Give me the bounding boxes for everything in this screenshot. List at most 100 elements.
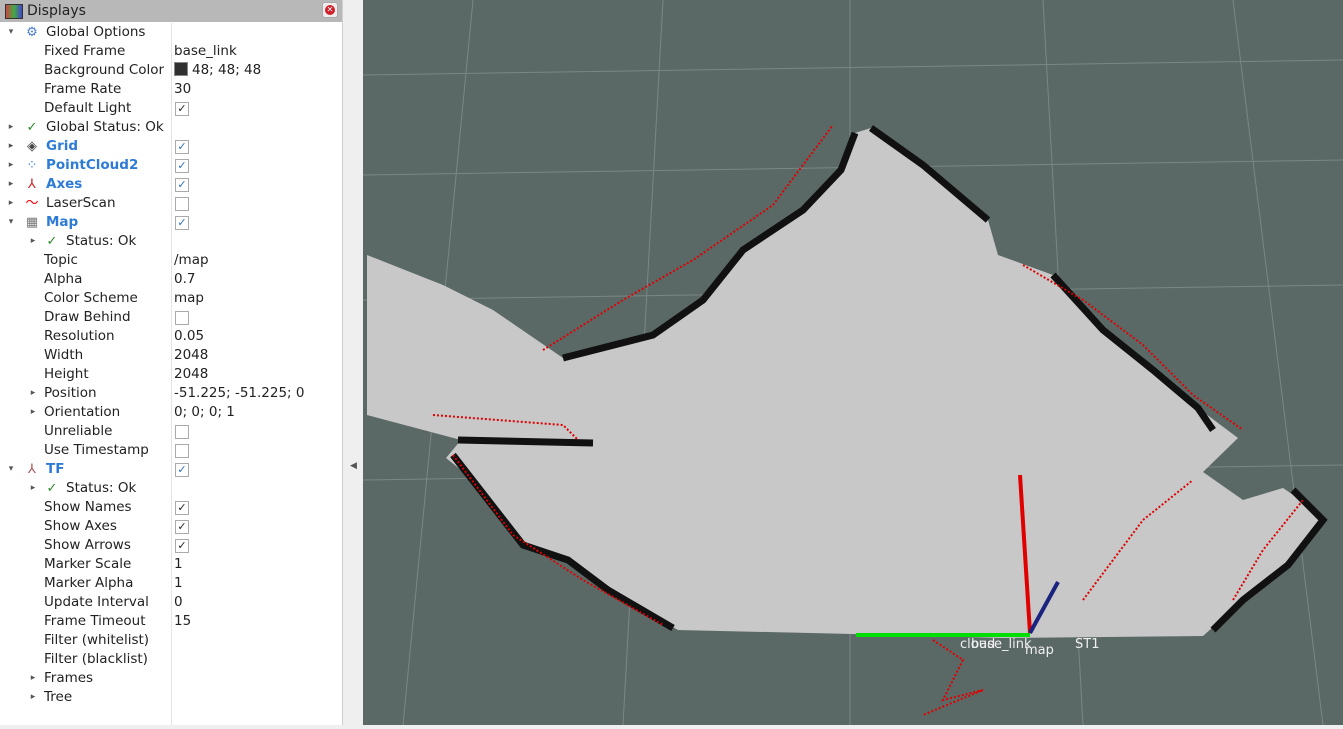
tree-row[interactable]: ▸ Position -51.225; -51.225; 0 — [1, 384, 341, 403]
row-value[interactable]: 0 — [174, 593, 183, 612]
row-value[interactable]: 1 — [174, 574, 183, 593]
enable-checkbox[interactable]: ✓ — [175, 178, 189, 192]
expand-arrow-icon[interactable]: ▸ — [28, 669, 38, 688]
row-value[interactable]: 0.05 — [174, 327, 204, 346]
displays-panel: Displays ✕ ▾ ⚙ Global Options Fixed Frame ba… — [0, 0, 343, 725]
tree-row[interactable]: ▸ ✓ Status: Ok — [1, 479, 341, 498]
row-label: LaserScan — [46, 195, 116, 211]
row-value[interactable]: 1 — [174, 555, 183, 574]
enable-checkbox[interactable]: ✓ — [175, 216, 189, 230]
panel-splitter[interactable]: ◀ — [343, 0, 363, 725]
tree-row[interactable]: Fixed Frame base_link — [1, 42, 341, 61]
tree-row[interactable]: ▾ ⚙ Global Options — [1, 23, 341, 42]
row-label: Use Timestamp — [44, 442, 149, 458]
panel-titlebar: Displays ✕ — [0, 0, 342, 22]
tree-row[interactable]: ▸ Orientation 0; 0; 0; 1 — [1, 403, 341, 422]
row-label: Frames — [44, 670, 94, 686]
enable-checkbox[interactable]: ✓ — [175, 463, 189, 477]
enable-checkbox[interactable] — [175, 425, 189, 439]
enable-checkbox[interactable] — [175, 197, 189, 211]
frame-label: ST1 — [1075, 637, 1099, 652]
enable-checkbox[interactable]: ✓ — [175, 539, 189, 553]
row-value[interactable]: 2048 — [174, 346, 208, 365]
tree-row[interactable]: ▸ Frames — [1, 669, 341, 688]
tree-row[interactable]: Alpha 0.7 — [1, 270, 341, 289]
row-label: Default Light — [44, 100, 132, 116]
tree-row[interactable]: Show Axes ✓ — [1, 517, 341, 536]
row-value[interactable]: 15 — [174, 612, 191, 631]
expand-arrow-icon[interactable]: ▸ — [28, 232, 38, 251]
collapse-arrow-icon[interactable]: ◀ — [350, 461, 357, 471]
value-text: 48; 48; 48 — [192, 62, 262, 78]
enable-checkbox[interactable]: ✓ — [175, 102, 189, 116]
tree-row[interactable]: Use Timestamp — [1, 441, 341, 460]
tree-row[interactable]: ▾ ▦ Map ✓ — [1, 213, 341, 232]
collapse-arrow-icon[interactable]: ▾ — [6, 213, 16, 232]
tree-row[interactable]: Color Scheme map — [1, 289, 341, 308]
value-text: map — [174, 290, 204, 306]
row-value[interactable]: 48; 48; 48 — [174, 61, 261, 80]
row-value[interactable]: 0; 0; 0; 1 — [174, 403, 235, 422]
tree-row[interactable]: Draw Behind — [1, 308, 341, 327]
expand-arrow-icon[interactable]: ▸ — [6, 156, 16, 175]
tree-row[interactable]: ▸ ◈ Grid ✓ — [1, 137, 341, 156]
row-label: Status: Ok — [66, 480, 137, 496]
row-value[interactable]: map — [174, 289, 204, 308]
tree-row[interactable]: ▸ ✓ Status: Ok — [1, 232, 341, 251]
tree-row[interactable]: Show Arrows ✓ — [1, 536, 341, 555]
expand-arrow-icon[interactable]: ▸ — [6, 175, 16, 194]
expand-arrow-icon[interactable]: ▸ — [28, 479, 38, 498]
tree-row[interactable]: Update Interval 0 — [1, 593, 341, 612]
tree-row[interactable]: ▸ ✓ Global Status: Ok — [1, 118, 341, 137]
row-label: Filter (whitelist) — [44, 632, 150, 648]
tree-row[interactable]: ▸ 〜 LaserScan — [1, 194, 341, 213]
expand-arrow-icon[interactable]: ▸ — [6, 194, 16, 213]
pointcloud-icon: ⁘ — [26, 158, 38, 173]
map-icon: ▦ — [25, 215, 39, 230]
expand-arrow-icon[interactable]: ▸ — [28, 384, 38, 403]
row-label: Marker Scale — [44, 556, 132, 572]
collapse-arrow-icon[interactable]: ▾ — [6, 23, 16, 42]
tree-row[interactable]: Unreliable — [1, 422, 341, 441]
row-value[interactable]: 30 — [174, 80, 191, 99]
tree-row[interactable]: Filter (whitelist) — [1, 631, 341, 650]
tree-row[interactable]: Filter (blacklist) — [1, 650, 341, 669]
expand-arrow-icon[interactable]: ▸ — [6, 137, 16, 156]
tree-row[interactable]: Marker Scale 1 — [1, 555, 341, 574]
expand-arrow-icon[interactable]: ▸ — [6, 118, 16, 137]
expand-arrow-icon[interactable]: ▸ — [28, 403, 38, 422]
row-value[interactable]: 2048 — [174, 365, 208, 384]
row-value[interactable]: 0.7 — [174, 270, 195, 289]
enable-checkbox[interactable]: ✓ — [175, 140, 189, 154]
tree-row[interactable]: ▸ ⅄ Axes ✓ — [1, 175, 341, 194]
3d-viewport[interactable]: cloud base_link map ST1 — [362, 0, 1343, 726]
tree-row[interactable]: ▸ Tree — [1, 688, 341, 707]
tree-row[interactable]: Height 2048 — [1, 365, 341, 384]
tree-row[interactable]: Marker Alpha 1 — [1, 574, 341, 593]
row-label: Tree — [44, 689, 73, 705]
row-value[interactable]: base_link — [174, 42, 237, 61]
enable-checkbox[interactable]: ✓ — [175, 520, 189, 534]
close-button[interactable]: ✕ — [322, 2, 338, 18]
enable-checkbox[interactable]: ✓ — [175, 501, 189, 515]
checkmark-icon: ✓ — [46, 481, 58, 496]
expand-arrow-icon[interactable]: ▸ — [28, 688, 38, 707]
row-value[interactable]: -51.225; -51.225; 0 — [174, 384, 305, 403]
enable-checkbox[interactable]: ✓ — [175, 159, 189, 173]
enable-checkbox[interactable] — [175, 311, 189, 325]
tree-row[interactable]: Width 2048 — [1, 346, 341, 365]
tree-row[interactable]: Frame Timeout 15 — [1, 612, 341, 631]
row-value[interactable]: /map — [174, 251, 209, 270]
collapse-arrow-icon[interactable]: ▾ — [6, 460, 16, 479]
value-text: 0 — [174, 594, 183, 610]
tree-row[interactable]: Default Light ✓ — [1, 99, 341, 118]
color-swatch[interactable] — [174, 62, 188, 76]
tree-row[interactable]: Resolution 0.05 — [1, 327, 341, 346]
enable-checkbox[interactable] — [175, 444, 189, 458]
tree-row[interactable]: Show Names ✓ — [1, 498, 341, 517]
tree-row[interactable]: Background Color 48; 48; 48 — [1, 61, 341, 80]
tree-row[interactable]: ▾ ⅄ TF ✓ — [1, 460, 341, 479]
tree-row[interactable]: ▸ ⁘ PointCloud2 ✓ — [1, 156, 341, 175]
tree-row[interactable]: Topic/map — [1, 251, 341, 270]
tree-row[interactable]: Frame Rate 30 — [1, 80, 341, 99]
